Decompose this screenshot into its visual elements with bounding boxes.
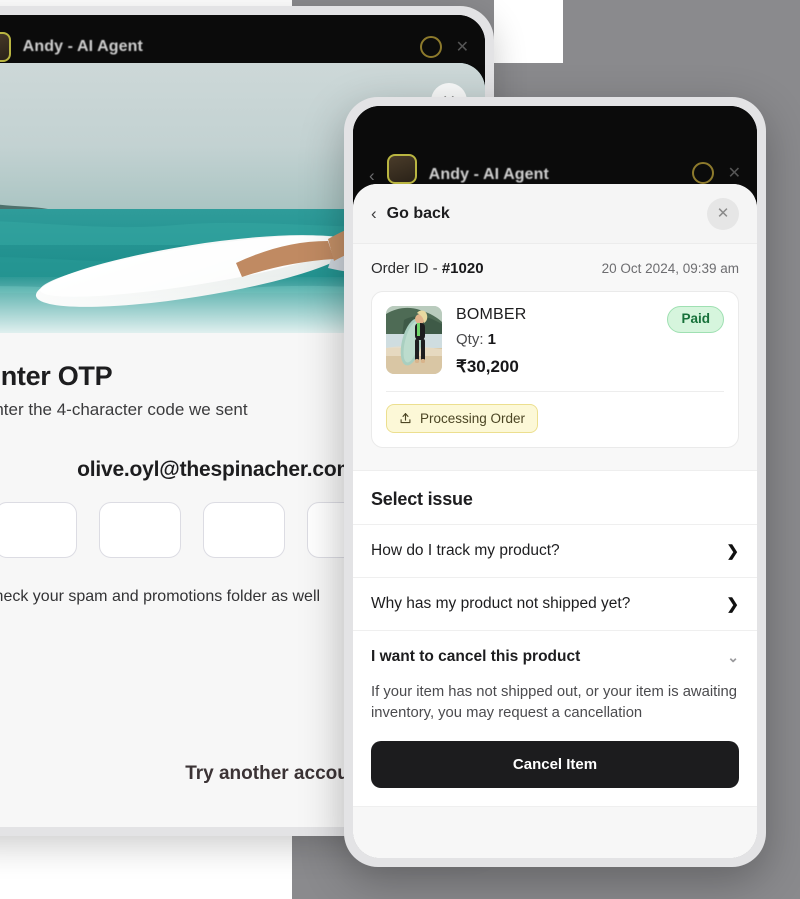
product-thumbnail (386, 306, 442, 374)
agent-avatar (386, 154, 417, 184)
order-date: 20 Oct 2024, 09:39 am (601, 261, 739, 276)
issue-row-not-shipped[interactable]: Why has my product not shipped yet? ❯ (353, 577, 757, 630)
order-product-info: BOMBER Qty: 1 ₹30,200 (456, 306, 653, 377)
status-ring-icon (691, 162, 714, 184)
sheet-topbar: ‹ Go back ✕ (353, 184, 757, 244)
chevron-down-icon: ⌄ (727, 649, 739, 665)
processing-status-badge: Processing Order (386, 404, 539, 433)
close-icon[interactable]: ✕ (728, 163, 741, 183)
otp-input-2[interactable] (99, 502, 181, 558)
order-meta: Order ID - #1020 20 Oct 2024, 09:39 am (371, 260, 739, 277)
order-id-label: Order ID - (371, 260, 442, 277)
front-phone-device: ‹ Andy - AI Agent ✕ ‹ Go back ✕ Order ID… (344, 97, 766, 867)
order-id: Order ID - #1020 (371, 260, 484, 277)
issue-label: I want to cancel this product (371, 648, 581, 665)
chevron-right-icon: ❯ (726, 595, 739, 613)
front-chat-header-actions: ✕ (691, 162, 741, 184)
order-card: BOMBER Qty: 1 ₹30,200 Paid Processing Or… (371, 291, 739, 448)
order-id-value: #1020 (441, 260, 484, 277)
product-quantity-label: Qty: (456, 331, 488, 348)
order-region: Order ID - #1020 20 Oct 2024, 09:39 am B… (353, 244, 757, 471)
upload-icon (399, 412, 412, 425)
otp-input-1[interactable] (0, 502, 77, 558)
status-ring-icon (419, 36, 442, 58)
back-chat-header-actions: ✕ (419, 36, 469, 58)
cancel-policy-text: If your item has not shipped out, or you… (371, 684, 737, 722)
product-price: ₹30,200 (456, 357, 519, 376)
chevron-left-icon: ‹ (371, 204, 377, 223)
order-product-row: BOMBER Qty: 1 ₹30,200 Paid (386, 306, 724, 377)
chat-header-title: Andy - AI Agent (428, 166, 549, 183)
product-quantity: Qty: 1 (456, 331, 653, 348)
issues-section: Select issue How do I track my product? … (353, 471, 757, 858)
go-back-button[interactable]: ‹ Go back (371, 205, 450, 223)
issues-title: Select issue (371, 489, 473, 509)
go-back-label: Go back (386, 204, 450, 222)
close-icon[interactable]: ✕ (456, 37, 469, 57)
sheet-bottom-spacer (353, 805, 757, 858)
mockup-stage: ‹ Andy - AI Agent ✕ (0, 0, 800, 899)
background-white-notch (494, 0, 563, 63)
issue-row-track-product[interactable]: How do I track my product? ❯ (353, 524, 757, 577)
front-phone-screen: ‹ Andy - AI Agent ✕ ‹ Go back ✕ Order ID… (353, 106, 757, 858)
close-icon[interactable]: ✕ (707, 197, 739, 230)
product-quantity-value: 1 (487, 331, 497, 348)
issue-row-cancel-product[interactable]: I want to cancel this product ⌄ (353, 630, 757, 678)
chat-header-title: Andy - AI Agent (22, 38, 143, 55)
status-badge: Paid (667, 306, 724, 333)
issue-label: How do I track my product? (371, 542, 560, 559)
cancel-item-button[interactable]: Cancel Item (371, 740, 739, 788)
support-sheet: ‹ Go back ✕ Order ID - #1020 20 Oct 2024… (353, 184, 757, 858)
processing-status-label: Processing Order (420, 411, 526, 426)
issue-label: Why has my product not shipped yet? (371, 595, 631, 612)
chevron-left-icon[interactable]: ‹ (369, 167, 375, 184)
product-name: BOMBER (456, 306, 527, 323)
otp-input-3[interactable] (203, 502, 285, 558)
card-divider (386, 391, 724, 392)
chevron-right-icon: ❯ (726, 542, 739, 560)
agent-avatar (0, 32, 11, 62)
